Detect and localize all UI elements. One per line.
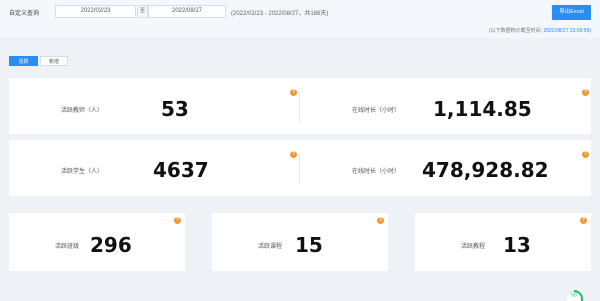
custom-query-label: 自定义查询 (9, 11, 40, 17)
teacher-online-hours-label: 在线时长（小时） (352, 107, 401, 114)
active-courses-value: 15 (295, 233, 323, 257)
help-icon[interactable]: ? (582, 89, 589, 96)
help-icon[interactable]: ? (290, 89, 297, 96)
active-students-value: 4637 (153, 158, 209, 182)
date-separator: 至 (137, 5, 148, 18)
end-date-input[interactable]: 2022/08/27 (148, 5, 226, 18)
active-classes-metric: 活跃班级 296 (55, 233, 132, 257)
active-courses-metric: 活跃课程 15 (258, 233, 323, 257)
card-divider (299, 154, 300, 184)
active-teachers-value: 53 (161, 97, 189, 121)
progress-label: 59 (571, 293, 577, 299)
teacher-online-hours-value: 1,114.85 (433, 97, 532, 121)
cutoff-time: 2022/08/27 23:59:59) (543, 28, 591, 34)
student-online-hours-value: 478,928.82 (422, 158, 549, 182)
help-icon[interactable]: ? (174, 217, 181, 224)
student-stats-card: 活跃学生（人） 4637 ? 在线时长（小时） 478,928.82 ? (9, 140, 591, 196)
tab-active[interactable]: 活跃 (9, 56, 38, 66)
help-icon[interactable]: ? (290, 151, 297, 158)
active-textbooks-metric: 活跃教程 13 (461, 233, 531, 257)
help-icon[interactable]: ? (377, 217, 384, 224)
help-icon[interactable]: ? (582, 151, 589, 158)
active-courses-label: 活跃课程 (258, 243, 283, 250)
teacher-stats-card: 活跃教师（人） 53 ? 在线时长（小时） 1,114.85 ? (9, 78, 591, 134)
tab-bar: 活跃 新增 (9, 56, 68, 66)
date-range-summary: (2022/02/23 - 2022/08/27，共186天) (231, 11, 329, 17)
filter-bar: 自定义查询 2022/02/23 至 2022/08/27 (2022/02/2… (0, 0, 600, 38)
progress-ring[interactable]: 59 (564, 289, 584, 301)
cutoff-note-prefix: (以下数据统计截至时间: (489, 28, 544, 34)
active-classes-card: 活跃班级 296 ? (9, 213, 185, 271)
teacher-online-hours-metric: 在线时长（小时） 1,114.85 (352, 97, 532, 121)
statistics-cutoff-note: (以下数据统计截至时间: 2022/08/27 23:59:59) (489, 27, 591, 34)
active-textbooks-card: 活跃教程 13 ? (415, 213, 591, 271)
start-date-input[interactable]: 2022/02/23 (55, 5, 136, 18)
active-courses-card: 活跃课程 15 ? (212, 213, 388, 271)
active-teachers-metric: 活跃教师（人） 53 (61, 97, 189, 121)
student-online-hours-metric: 在线时长（小时） 478,928.82 (352, 158, 549, 182)
active-textbooks-value: 13 (503, 233, 531, 257)
student-online-hours-label: 在线时长（小时） (352, 168, 401, 175)
help-icon[interactable]: ? (580, 217, 587, 224)
tab-new[interactable]: 新增 (40, 56, 68, 66)
active-classes-value: 296 (90, 233, 132, 257)
active-classes-label: 活跃班级 (55, 243, 80, 250)
active-teachers-label: 活跃教师（人） (61, 107, 104, 114)
export-excel-button[interactable]: 导出Excel (552, 5, 591, 20)
card-divider (299, 92, 300, 122)
active-students-label: 活跃学生（人） (61, 168, 104, 175)
active-textbooks-label: 活跃教程 (461, 243, 486, 250)
active-students-metric: 活跃学生（人） 4637 (61, 158, 209, 182)
